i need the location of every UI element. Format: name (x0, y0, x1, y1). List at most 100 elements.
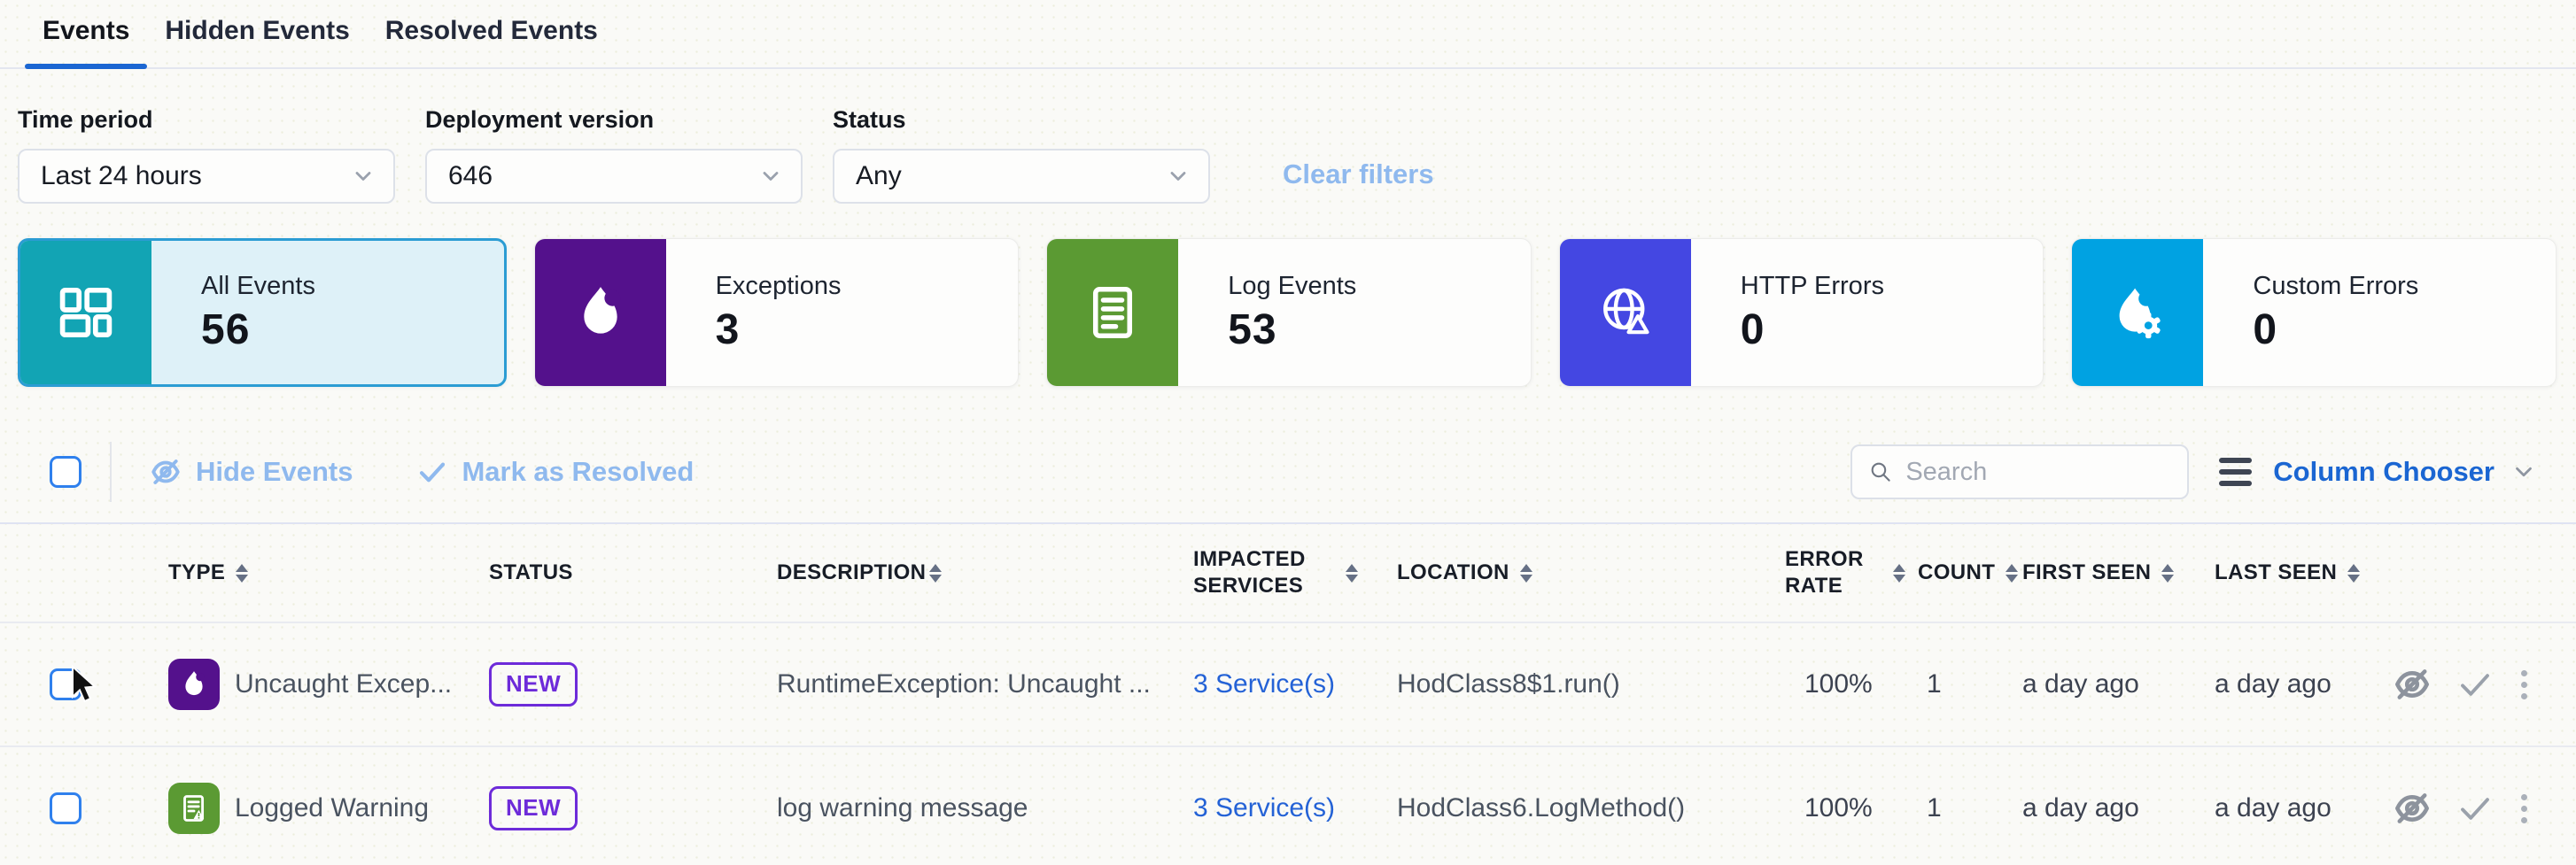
hide-events-label: Hide Events (196, 456, 353, 488)
tab-bar: Events Hidden Events Resolved Events (0, 0, 2576, 69)
table-toolbar: Hide Events Mark as Resolved Column Choo… (0, 443, 2576, 501)
mark-as-resolved-label: Mark as Resolved (462, 456, 694, 488)
last-seen-cell: a day ago (2215, 793, 2392, 823)
status-select[interactable]: Any (833, 149, 1210, 204)
time-period-select[interactable]: Last 24 hours (18, 149, 395, 204)
events-table: TYPE STATUS DESCRIPTION IMPACTED SERVICE… (0, 522, 2576, 865)
chevron-down-icon (758, 164, 783, 189)
card-custom-errors[interactable]: Custom Errors 0 (2071, 238, 2557, 387)
filter-deployment-version: Deployment version 646 (425, 106, 803, 204)
deployment-version-label: Deployment version (425, 106, 803, 134)
card-log-events[interactable]: Log Events 53 (1046, 238, 1532, 387)
type-cell: Logged Warning (168, 783, 489, 834)
time-period-label: Time period (18, 106, 395, 134)
card-count: 0 (2253, 305, 2418, 354)
chevron-down-icon (2510, 459, 2537, 485)
resolve-event-icon[interactable] (2456, 790, 2494, 827)
flame-gear-icon (2072, 239, 2203, 386)
first-seen-cell: a day ago (2022, 669, 2215, 699)
row-menu-icon[interactable] (2518, 667, 2531, 703)
sort-icon[interactable] (1520, 564, 1532, 583)
flame-icon (168, 659, 220, 710)
tab-events[interactable]: Events (25, 16, 147, 67)
row-menu-icon[interactable] (2518, 791, 2531, 827)
location-cell: HodClass8$1.run() (1397, 669, 1785, 699)
grid-icon (20, 241, 151, 384)
sort-icon[interactable] (2006, 564, 2018, 583)
description-cell: RuntimeException: Uncaught ... (777, 669, 1193, 699)
resolve-event-icon[interactable] (2456, 666, 2494, 703)
column-chooser-button[interactable]: Column Chooser (2219, 456, 2537, 488)
card-title: Log Events (1228, 272, 1356, 301)
header-type[interactable]: TYPE (168, 560, 489, 586)
sort-icon[interactable] (2347, 564, 2360, 583)
clear-filters-link[interactable]: Clear filters (1283, 158, 1434, 190)
row-checkbox[interactable] (50, 792, 81, 824)
sort-icon[interactable] (236, 564, 248, 583)
type-cell: Uncaught Excep... (168, 659, 489, 710)
header-first-seen-label: FIRST SEEN (2022, 560, 2151, 586)
chevron-down-icon (351, 164, 376, 189)
status-badge: NEW (489, 662, 578, 707)
search-box (1851, 444, 2189, 499)
hide-event-icon[interactable] (2392, 788, 2432, 829)
search-input[interactable] (1905, 458, 2171, 487)
toolbar-divider (110, 442, 112, 502)
hide-events-button[interactable]: Hide Events (149, 455, 353, 489)
tab-resolved-events[interactable]: Resolved Events (368, 16, 616, 67)
header-error-rate-label: ERROR RATE (1785, 546, 1882, 599)
card-exceptions[interactable]: Exceptions 3 (534, 238, 1020, 387)
card-all-events[interactable]: All Events 56 (18, 238, 507, 387)
select-all-checkbox[interactable] (50, 456, 81, 488)
row-checkbox[interactable] (50, 668, 81, 700)
header-first-seen[interactable]: FIRST SEEN (2022, 560, 2215, 586)
time-period-value: Last 24 hours (41, 161, 202, 191)
header-last-seen[interactable]: LAST SEEN (2215, 560, 2392, 586)
card-body: Custom Errors 0 (2203, 239, 2418, 386)
log-warning-icon (168, 783, 220, 834)
impacted-services-link[interactable]: 3 Service(s) (1193, 669, 1335, 699)
sort-icon[interactable] (2161, 564, 2174, 583)
menu-bars-icon (2219, 458, 2252, 486)
column-chooser-label: Column Chooser (2273, 456, 2495, 488)
header-count-label: COUNT (1918, 560, 1995, 586)
filter-time-period: Time period Last 24 hours (18, 106, 395, 204)
check-icon (416, 456, 448, 488)
card-title: All Events (201, 272, 315, 301)
header-location[interactable]: LOCATION (1397, 560, 1785, 586)
header-error-rate[interactable]: ERROR RATE (1785, 546, 1918, 599)
table-row[interactable]: Uncaught Excep... NEW RuntimeException: … (0, 622, 2576, 745)
status-value: Any (856, 161, 902, 191)
sort-icon[interactable] (1346, 564, 1358, 583)
row-actions (2392, 664, 2541, 705)
table-header-row: TYPE STATUS DESCRIPTION IMPACTED SERVICE… (0, 524, 2576, 622)
table-row[interactable]: Logged Warning NEW log warning message 3… (0, 745, 2576, 865)
tab-hidden-events[interactable]: Hidden Events (147, 16, 367, 67)
search-icon (1868, 458, 1893, 486)
sort-icon[interactable] (929, 564, 942, 583)
mark-as-resolved-button[interactable]: Mark as Resolved (416, 456, 694, 488)
card-http-errors[interactable]: HTTP Errors 0 (1559, 238, 2045, 387)
header-impacted-services[interactable]: IMPACTED SERVICES (1193, 546, 1397, 599)
card-body: Exceptions 3 (666, 239, 842, 386)
location-cell: HodClass6.LogMethod() (1397, 793, 1785, 823)
filter-status: Status Any (833, 106, 1210, 204)
sort-icon[interactable] (1893, 564, 1905, 583)
card-body: HTTP Errors 0 (1691, 239, 1884, 386)
flame-icon (535, 239, 666, 386)
eye-slash-icon (149, 455, 182, 489)
header-count[interactable]: COUNT (1918, 560, 2022, 586)
header-description[interactable]: DESCRIPTION (777, 560, 1193, 586)
status-label: Status (833, 106, 1210, 134)
header-status: STATUS (489, 560, 777, 586)
globe-error-icon (1560, 239, 1691, 386)
card-body: All Events 56 (151, 241, 315, 384)
deployment-version-select[interactable]: 646 (425, 149, 803, 204)
impacted-services-link[interactable]: 3 Service(s) (1193, 793, 1335, 823)
status-badge: NEW (489, 786, 578, 830)
header-impacted-services-label: IMPACTED SERVICES (1193, 546, 1335, 599)
filters-row: Time period Last 24 hours Deployment ver… (0, 69, 2576, 204)
hide-event-icon[interactable] (2392, 664, 2432, 705)
card-title: HTTP Errors (1741, 272, 1884, 301)
card-body: Log Events 53 (1178, 239, 1356, 386)
